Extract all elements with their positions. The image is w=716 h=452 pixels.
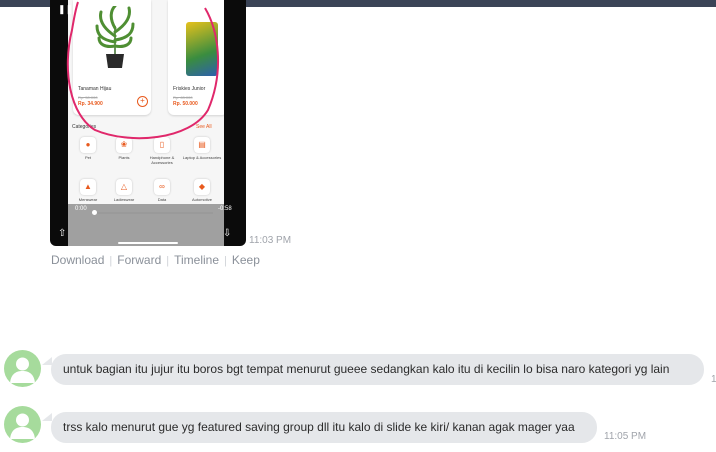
remaining-time: -0:58: [218, 206, 232, 212]
current-time: 0:00: [75, 206, 87, 212]
user-icon: [10, 413, 35, 439]
avatar[interactable]: [4, 406, 41, 443]
message-time: 1: [711, 374, 716, 385]
timeline-link[interactable]: Timeline: [174, 253, 219, 267]
forward-link[interactable]: Forward: [117, 253, 161, 267]
progress-knob[interactable]: [92, 210, 97, 215]
bubble-tail: [42, 413, 52, 421]
video-timestamp: 11:03 PM: [249, 235, 292, 246]
download-link[interactable]: Download: [51, 253, 104, 267]
user-icon: [10, 357, 35, 383]
download-icon[interactable]: ⇩: [223, 228, 231, 239]
message-bubble[interactable]: untuk bagian itu jujur itu boros bgt tem…: [51, 354, 704, 385]
share-icon[interactable]: ⇧: [58, 228, 66, 239]
pause-icon[interactable]: ❚❚: [58, 5, 73, 14]
video-attachment[interactable]: Tanaman Hijau Rp. 50.000 Rp. 34.900 + Fr…: [50, 0, 246, 246]
message-time: 11:05 PM: [604, 431, 647, 442]
bubble-tail: [42, 357, 52, 365]
message-bubble[interactable]: trss kalo menurut gue yg featured saving…: [51, 412, 597, 443]
progress-track[interactable]: [93, 212, 213, 214]
home-indicator: [118, 242, 178, 244]
keep-link[interactable]: Keep: [232, 253, 260, 267]
avatar[interactable]: [4, 350, 41, 387]
message-actions: Download | Forward | Timeline | Keep: [51, 253, 260, 267]
